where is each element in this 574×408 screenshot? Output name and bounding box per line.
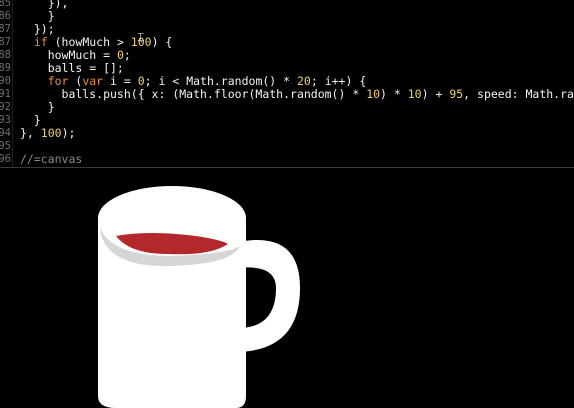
line-number: 90	[0, 75, 11, 87]
code-token: for	[20, 74, 69, 88]
code-token: ; i++) {	[310, 74, 367, 88]
line-number: 92	[0, 101, 11, 113]
code-token: balls = [];	[20, 61, 124, 75]
code-token: balls.push({ x: (Math.floor(Math.random(…	[20, 87, 367, 101]
line-number: 89	[0, 62, 11, 74]
mouse-cursor-icon: ⌶	[137, 30, 145, 44]
line-number: 85	[0, 0, 11, 9]
code-token: 10	[366, 87, 381, 101]
code-token: 100	[40, 126, 62, 140]
line-number: 88	[0, 49, 11, 61]
code-token: },	[20, 126, 41, 140]
code-editor[interactable]: 85 }), 86 } 87 }); 87 if (howMuch > 100) {8…	[0, 0, 574, 167]
mug-handle	[238, 239, 300, 352]
code-token: ) *	[380, 87, 408, 101]
canvas-output[interactable]	[0, 168, 574, 408]
line-number: 95	[0, 140, 11, 152]
code-token: (howMuch >	[47, 35, 131, 49]
code-token: });	[20, 22, 55, 36]
code-token: , speed: Math.random()	[463, 87, 574, 101]
code-token: }	[20, 113, 41, 127]
code-token: 0	[137, 74, 145, 88]
code-token: ) +	[421, 87, 450, 101]
code-text: //=canvas	[20, 153, 82, 166]
code-token: ; i < Math.random() *	[144, 74, 297, 88]
code-token: if	[20, 35, 48, 49]
code-token: }	[20, 9, 55, 23]
code-text: balls.push({ x: (Math.floor(Math.random(…	[20, 88, 574, 101]
line-number: 86	[0, 10, 11, 22]
gutter-separator	[12, 0, 13, 167]
code-token: i =	[103, 74, 138, 88]
live-coding-window: 85 }), 86 } 87 }); 87 if (howMuch > 100) {8…	[0, 0, 574, 408]
code-text: }, 100);	[20, 127, 75, 140]
line-number: 87	[0, 36, 11, 48]
line-number: 91	[0, 88, 11, 100]
code-token: (	[68, 74, 83, 88]
code-token: 20	[297, 74, 311, 88]
code-token: //=canvas	[20, 152, 83, 166]
code-token: ;	[123, 48, 131, 62]
code-token: );	[61, 126, 76, 140]
code-token: 0	[116, 48, 124, 62]
code-token: }	[20, 100, 55, 114]
code-token: 10	[407, 87, 422, 101]
code-token: var	[82, 74, 104, 88]
code-token: 95	[449, 87, 464, 101]
code-token: ) {	[151, 35, 173, 49]
code-token: howMuch =	[20, 48, 117, 62]
line-number: 96	[0, 153, 11, 165]
line-number: 87	[0, 23, 11, 35]
canvas-drawing	[98, 186, 300, 408]
line-number: 94	[0, 127, 11, 139]
line-number: 93	[0, 114, 11, 126]
